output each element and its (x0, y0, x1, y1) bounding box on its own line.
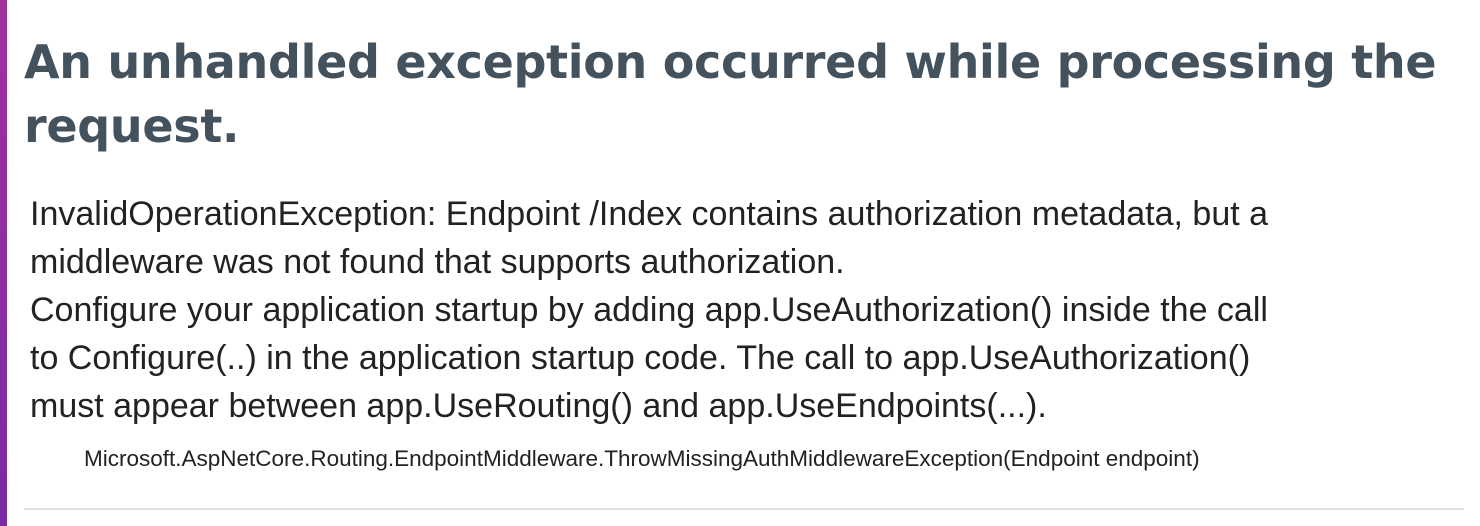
exception-message-line: must appear between app.UseRouting() and… (30, 387, 1047, 425)
stack-frame-location: Microsoft.AspNetCore.Routing.EndpointMid… (84, 446, 1200, 471)
window-edge-accent (0, 0, 7, 526)
exception-message: InvalidOperationException: Endpoint /Ind… (30, 190, 1470, 430)
exception-message-line: InvalidOperationException: Endpoint /Ind… (30, 195, 1269, 233)
exception-message-line: Configure your application startup by ad… (30, 291, 1268, 329)
exception-message-line: middleware was not found that supports a… (30, 243, 845, 281)
page-title: An unhandled exception occurred while pr… (24, 35, 1437, 153)
exception-message-line: to Configure(..) in the application star… (30, 339, 1251, 377)
divider (24, 508, 1464, 510)
